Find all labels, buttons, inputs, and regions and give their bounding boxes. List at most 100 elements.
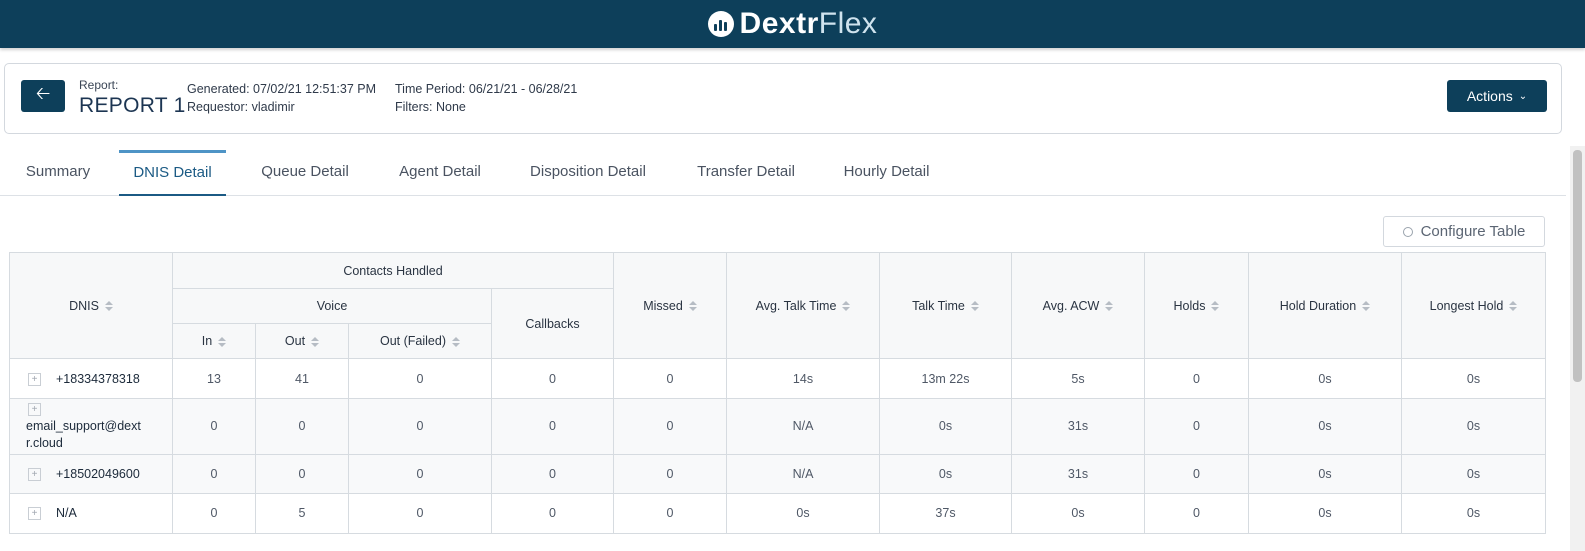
tab-agent-detail[interactable]: Agent Detail (385, 150, 495, 194)
actions-button[interactable]: Actions ⌄ (1447, 80, 1547, 112)
table-row: + email_support@dext r.cloud 0 0 0 0 0 N… (9, 398, 1546, 455)
sort-icon[interactable] (218, 336, 227, 347)
tab-queue-detail[interactable]: Queue Detail (248, 150, 362, 194)
expand-row-icon[interactable]: + (28, 507, 41, 521)
cell-talk-time: 0s (879, 398, 1012, 455)
scrollbar[interactable] (1570, 146, 1585, 551)
cell-out: 41 (255, 357, 349, 400)
col-header-holds[interactable]: Holds (1144, 252, 1249, 359)
cell-out-failed: 0 (348, 398, 492, 455)
generated-text: Generated: 07/02/21 12:51:37 PM (187, 82, 377, 96)
sort-icon[interactable] (688, 301, 697, 312)
requestor-text: Requestor: vladimir (187, 100, 295, 114)
cell-talk-time: 0s (879, 453, 1012, 494)
cell-callbacks: 0 (491, 357, 614, 400)
cell-avg-acw: 31s (1011, 453, 1145, 494)
sort-icon[interactable] (1509, 301, 1518, 312)
cell-callbacks: 0 (491, 453, 614, 494)
app-logo[interactable]: DextrFlex (707, 7, 878, 40)
cell-avg-talk-time: N/A (726, 398, 880, 455)
report-tabs: Summary DNIS Detail Queue Detail Agent D… (0, 150, 1566, 196)
cell-missed: 0 (613, 492, 727, 535)
configure-table-button[interactable]: Configure Table (1383, 216, 1545, 247)
cell-avg-talk-time: N/A (726, 453, 880, 494)
cell-out-failed: 0 (348, 453, 492, 494)
cell-missed: 0 (613, 357, 727, 400)
chevron-down-icon: ⌄ (1518, 90, 1528, 102)
sort-icon[interactable] (1211, 301, 1220, 312)
sort-icon[interactable] (104, 301, 113, 312)
top-bar: DextrFlex (0, 0, 1585, 48)
sort-icon[interactable] (842, 301, 851, 312)
cell-longest-hold: 0s (1401, 453, 1546, 494)
dnis-cell: + +18502049600 (9, 453, 173, 494)
cell-talk-time: 13m 22s (879, 357, 1012, 400)
cell-out: 0 (255, 398, 349, 455)
tab-hourly-detail[interactable]: Hourly Detail (831, 150, 942, 194)
cell-hold-duration: 0s (1248, 357, 1402, 400)
sort-icon[interactable] (452, 336, 460, 347)
cell-holds: 0 (1144, 453, 1249, 494)
col-header-in[interactable]: In (172, 323, 256, 359)
configure-table-label: Configure Table (1420, 223, 1526, 240)
expand-row-icon[interactable]: + (28, 467, 41, 481)
report-label: Report: (79, 78, 119, 92)
cell-holds: 0 (1144, 357, 1249, 400)
tab-disposition-detail[interactable]: Disposition Detail (516, 150, 660, 194)
col-header-contacts-handled: Contacts Handled (172, 252, 614, 289)
cell-hold-duration: 0s (1248, 453, 1402, 494)
col-header-voice: Voice (172, 288, 492, 324)
col-header-dnis[interactable]: DNIS (9, 252, 173, 359)
col-header-out[interactable]: Out (255, 323, 349, 359)
cell-in: 0 (172, 398, 256, 455)
sort-icon[interactable] (1105, 301, 1114, 312)
dnis-detail-table: DNIS Contacts Handled Missed Avg. Talk T… (9, 252, 1546, 535)
logo-secondary-text: Flex (818, 7, 878, 40)
back-button[interactable]: 🡠 (21, 80, 65, 112)
filters-text: Filters: None (395, 100, 466, 114)
col-header-out-failed[interactable]: Out (Failed) (348, 323, 492, 359)
col-header-talk-time[interactable]: Talk Time (879, 252, 1012, 359)
cell-talk-time: 37s (879, 492, 1012, 535)
logo-chart-icon (707, 11, 734, 37)
cell-holds: 0 (1144, 492, 1249, 535)
col-header-callbacks: Callbacks (491, 288, 614, 359)
sort-icon[interactable] (970, 301, 979, 312)
cell-callbacks: 0 (491, 398, 614, 455)
cell-in: 13 (172, 357, 256, 400)
col-header-avg-acw[interactable]: Avg. ACW (1011, 252, 1145, 359)
col-header-avg-talk-time[interactable]: Avg. Talk Time (726, 252, 880, 359)
sort-icon[interactable] (311, 336, 320, 347)
expand-row-icon[interactable]: + (28, 403, 41, 417)
dnis-cell: + +18334378318 (9, 357, 173, 400)
col-header-longest-hold[interactable]: Longest Hold (1401, 252, 1546, 359)
cell-longest-hold: 0s (1401, 492, 1546, 535)
expand-row-icon[interactable]: + (28, 372, 41, 386)
arrow-left-icon: 🡠 (35, 83, 51, 103)
tab-transfer-detail[interactable]: Transfer Detail (684, 150, 808, 194)
dnis-cell: + email_support@dext r.cloud (9, 398, 173, 455)
cell-avg-acw: 0s (1011, 492, 1145, 535)
tab-dnis-detail[interactable]: DNIS Detail (119, 150, 226, 196)
cell-in: 0 (172, 453, 256, 494)
cell-out: 5 (255, 492, 349, 535)
sort-icon[interactable] (1362, 301, 1371, 312)
cell-holds: 0 (1144, 398, 1249, 455)
report-name: REPORT 1 (79, 94, 186, 117)
table-row: + +18502049600 0 0 0 0 0 N/A 0s 31s 0 0s … (9, 453, 1546, 494)
cell-out-failed: 0 (348, 357, 492, 400)
tab-summary[interactable]: Summary (12, 150, 104, 194)
dnis-cell: + N/A (9, 492, 173, 535)
col-header-missed[interactable]: Missed (613, 252, 727, 359)
cell-out-failed: 0 (348, 492, 492, 535)
cell-longest-hold: 0s (1401, 357, 1546, 400)
cell-avg-talk-time: 14s (726, 357, 880, 400)
scrollbar-thumb[interactable] (1573, 150, 1582, 382)
logo-primary-text: Dextr (739, 7, 819, 40)
settings-icon (1402, 226, 1413, 237)
table-row: + N/A 0 5 0 0 0 0s 37s 0s 0 0s 0s (9, 492, 1546, 535)
time-period-text: Time Period: 06/21/21 - 06/28/21 (395, 82, 578, 96)
cell-avg-acw: 5s (1011, 357, 1145, 400)
cell-avg-acw: 31s (1011, 398, 1145, 455)
col-header-hold-duration[interactable]: Hold Duration (1248, 252, 1402, 359)
